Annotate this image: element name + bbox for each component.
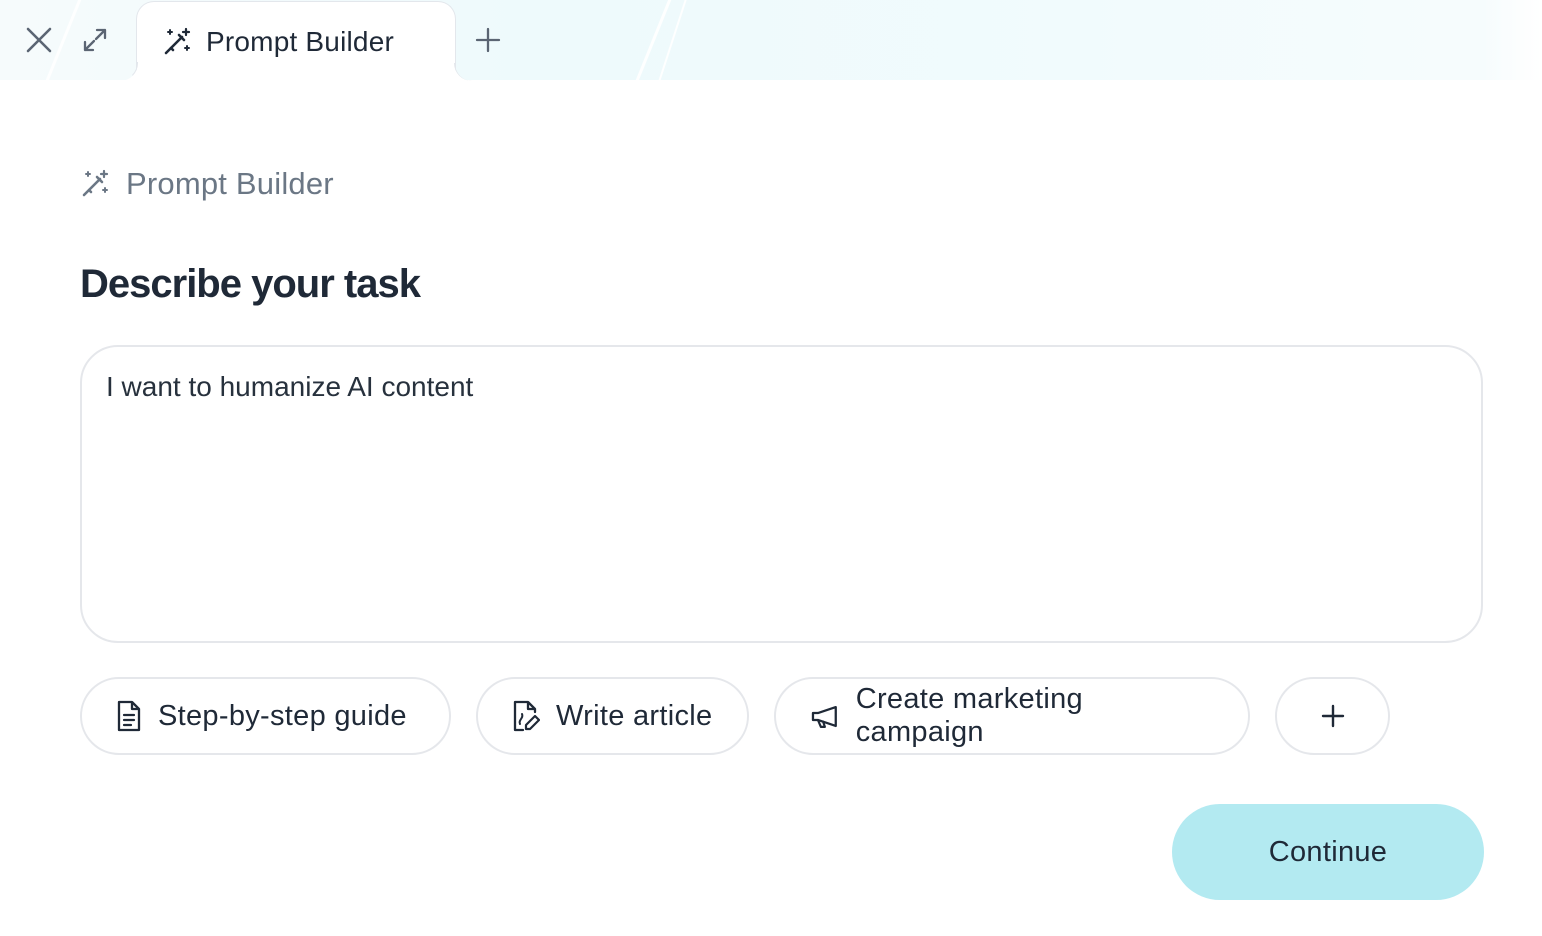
decorative-streak bbox=[629, 0, 674, 80]
plus-icon bbox=[1321, 704, 1344, 728]
magic-wand-icon bbox=[164, 27, 191, 54]
close-icon bbox=[26, 27, 52, 53]
plus-icon bbox=[475, 27, 501, 53]
megaphone-icon bbox=[811, 705, 837, 728]
expand-icon bbox=[83, 28, 107, 52]
page-title: Describe your task bbox=[80, 262, 421, 306]
suggestion-step-by-step-guide[interactable]: Step-by-step guide bbox=[80, 677, 451, 755]
prompt-builder-app: Prompt Builder Prompt Builder Describe y… bbox=[0, 0, 1542, 936]
new-tab-button[interactable] bbox=[470, 22, 506, 58]
more-suggestions-button[interactable] bbox=[1275, 677, 1390, 755]
tab-bar-fade bbox=[1482, 0, 1542, 80]
tab-title: Prompt Builder bbox=[206, 25, 394, 57]
suggestion-create-marketing-campaign[interactable]: Create marketing campaign bbox=[774, 677, 1250, 755]
section-label-text: Prompt Builder bbox=[126, 166, 334, 201]
suggestion-label: Step-by-step guide bbox=[158, 699, 407, 732]
decorative-streak bbox=[653, 0, 689, 80]
tab-prompt-builder[interactable]: Prompt Builder bbox=[136, 1, 456, 81]
close-button[interactable] bbox=[21, 22, 57, 58]
suggestion-write-article[interactable]: Write article bbox=[476, 677, 749, 755]
continue-button[interactable]: Continue bbox=[1172, 804, 1484, 900]
section-label: Prompt Builder bbox=[80, 166, 334, 202]
edit-document-icon bbox=[513, 700, 540, 732]
magic-wand-icon bbox=[82, 169, 109, 197]
document-icon bbox=[117, 700, 141, 732]
expand-button[interactable] bbox=[77, 22, 113, 58]
suggestion-label: Create marketing campaign bbox=[855, 683, 1083, 748]
suggestion-label: Write article bbox=[556, 699, 713, 732]
task-input[interactable]: I want to humanize AI content bbox=[80, 345, 1483, 643]
